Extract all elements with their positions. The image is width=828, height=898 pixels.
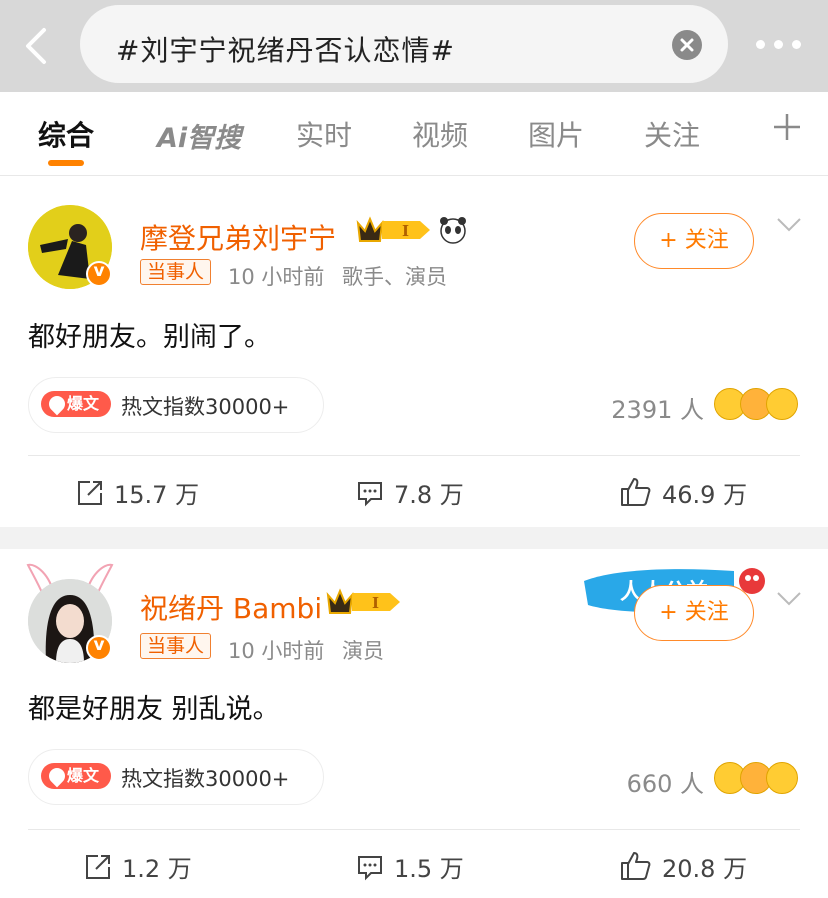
like-button[interactable]: 46.9 万 [620, 475, 747, 510]
hot-badge: 爆文 [41, 391, 111, 417]
chevron-down-icon[interactable] [776, 217, 802, 233]
reaction-emojis [714, 762, 800, 796]
tab-realtime[interactable]: 实时 [296, 114, 352, 154]
repost-button[interactable]: 1.2 万 [84, 849, 192, 884]
post-separator [0, 527, 828, 549]
divider [28, 829, 800, 830]
surprised-emoji-icon [766, 388, 798, 420]
comment-icon [358, 482, 382, 507]
hot-index-text: 热文指数30000+ [121, 767, 290, 791]
comment-count: 1.5 万 [394, 855, 464, 883]
hot-article-pill[interactable]: 爆文 热文指数30000+ [28, 749, 324, 805]
top-bar: #刘宇宁祝绪丹否认恋情# [0, 0, 828, 92]
repost-icon [78, 481, 102, 505]
svg-text:I: I [402, 222, 409, 240]
repost-count: 1.2 万 [122, 855, 192, 883]
post-card: 祝绪丹 Bambi I 当事人 10 小时前 演员 人人公益 + 关注 都是好朋… [0, 549, 828, 898]
divider [28, 455, 800, 456]
follow-button[interactable]: + 关注 [634, 213, 754, 269]
hot-article-pill[interactable]: 爆文 热文指数30000+ [28, 377, 324, 433]
search-bar[interactable]: #刘宇宁祝绪丹否认恋情# [80, 5, 728, 83]
tab-ai-search[interactable]: Ai智搜 [157, 116, 241, 155]
repost-count: 15.7 万 [114, 481, 200, 509]
reaction-emojis [714, 388, 800, 422]
hot-index-text: 热文指数30000+ [121, 395, 290, 419]
repost-button[interactable]: 15.7 万 [76, 475, 199, 510]
tab-comprehensive[interactable]: 综合 [38, 114, 94, 154]
vip-crown-icon: I [326, 588, 400, 614]
clear-search-icon[interactable] [672, 30, 702, 60]
author-name[interactable]: 祝绪丹 Bambi [140, 587, 322, 627]
chevron-down-icon[interactable] [776, 591, 802, 607]
post-text: 都是好朋友 别乱说。 [28, 694, 280, 725]
comment-button[interactable]: 7.8 万 [356, 475, 464, 510]
like-count: 46.9 万 [662, 481, 748, 509]
reader-count: 660 人 [626, 770, 704, 798]
post-time: 10 小时前 [228, 639, 325, 663]
comment-count: 7.8 万 [394, 481, 464, 509]
add-tab-icon[interactable] [772, 112, 802, 142]
role-tag: 当事人 [140, 633, 212, 659]
tab-video[interactable]: 视频 [412, 114, 468, 154]
repost-icon [86, 855, 110, 879]
active-tab-indicator [48, 160, 84, 166]
panda-icon [440, 217, 466, 244]
tab-following[interactable]: 关注 [644, 114, 700, 154]
search-tabs: 综合 Ai智搜 实时 视频 图片 关注 [0, 92, 828, 176]
search-input[interactable]: #刘宇宁祝绪丹否认恋情# [116, 29, 455, 69]
author-role: 歌手、演员 [342, 265, 447, 289]
post-text: 都好朋友。别闹了。 [28, 322, 271, 353]
thumbs-up-icon [621, 478, 651, 506]
more-options-icon[interactable] [752, 30, 806, 58]
follow-button[interactable]: + 关注 [634, 585, 754, 641]
reader-count: 2391 人 [611, 396, 704, 424]
comment-button[interactable]: 1.5 万 [356, 849, 464, 884]
comment-icon [358, 856, 382, 881]
verified-badge-icon [86, 635, 112, 661]
post-time: 10 小时前 [228, 265, 325, 289]
svg-text:I: I [372, 594, 379, 612]
hot-badge: 爆文 [41, 763, 111, 789]
role-tag: 当事人 [140, 259, 212, 285]
back-arrow-icon[interactable] [20, 26, 54, 66]
author-name[interactable]: 摩登兄弟刘宇宁 [140, 217, 336, 257]
author-role: 演员 [342, 639, 384, 663]
tab-images[interactable]: 图片 [528, 114, 584, 154]
verified-badge-icon [86, 261, 112, 287]
like-button[interactable]: 20.8 万 [620, 849, 747, 884]
vip-crown-icon: I [356, 216, 430, 242]
thumbs-up-icon [621, 852, 651, 880]
surprised-emoji-icon [766, 762, 798, 794]
post-card: 摩登兄弟刘宇宁 I 当事人 10 小时前 歌手、演员 + 关注 都好朋友。别闹了… [0, 177, 828, 527]
like-count: 20.8 万 [662, 855, 748, 883]
